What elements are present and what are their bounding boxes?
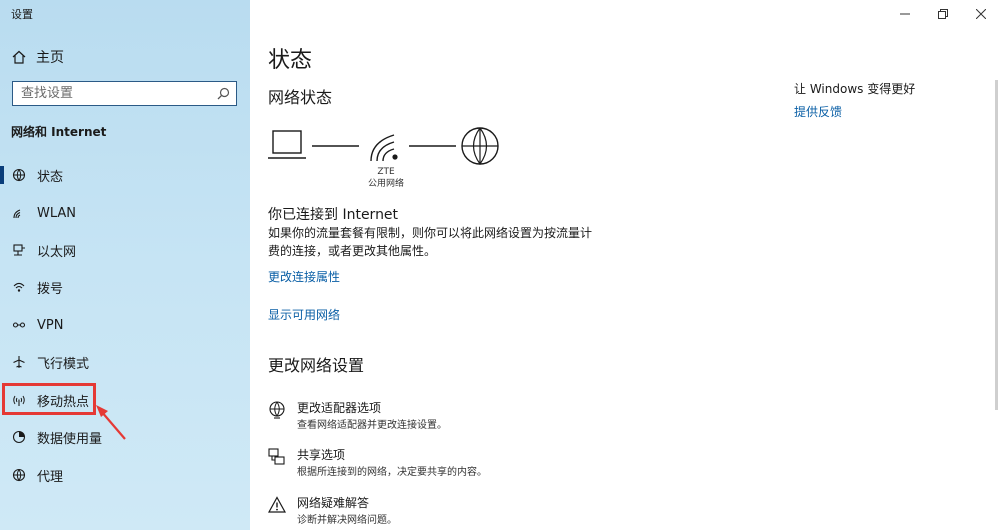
change-settings-title: 更改网络设置 (268, 356, 365, 375)
vpn-icon (11, 317, 27, 333)
home-icon (12, 50, 26, 64)
sharing-icon (268, 448, 285, 465)
sidebar-item-label: 拨号 (37, 281, 64, 297)
minimize-button[interactable] (886, 0, 924, 28)
option-title: 共享选项 (297, 448, 346, 462)
sidebar-item-airplane[interactable]: 飞行模式 (0, 344, 250, 380)
connected-status: 你已连接到 Internet (268, 207, 399, 223)
globe-icon (11, 467, 27, 483)
close-icon (976, 9, 986, 19)
sidebar-item-vpn[interactable]: VPN (0, 307, 250, 343)
sidebar-item-label: 状态 (37, 169, 64, 185)
main-content: 状态 网络状态 ZTE 公用网络 你已连接到 Internet 如果你的流量套餐… (250, 0, 1000, 530)
sidebar-item-status[interactable]: 状态 (0, 157, 250, 193)
sidebar-item-ethernet[interactable]: 以太网 (0, 232, 250, 268)
sidebar-item-label: WLAN (37, 205, 77, 221)
feedback-link[interactable]: 提供反馈 (794, 103, 915, 120)
dialup-icon (11, 279, 27, 295)
sidebar-item-label: 飞行模式 (37, 356, 90, 372)
search-box[interactable] (12, 81, 237, 106)
option-subtitle: 根据所连接到的网络，决定要共享的内容。 (297, 467, 487, 478)
option-adapter[interactable]: 更改适配器选项 查看网络适配器并更改连接设置。 (268, 399, 588, 433)
wifi-signal-icon (370, 134, 398, 162)
option-title: 更改适配器选项 (297, 401, 382, 415)
adapter-globe-icon (269, 401, 285, 419)
feedback-panel: 让 Windows 变得更好 提供反馈 (794, 80, 915, 120)
search-input[interactable] (13, 82, 209, 105)
annotation-highlight-box (2, 383, 96, 415)
globe-status-icon (11, 167, 27, 183)
option-troubleshoot[interactable]: 网络疑难解答 诊断并解决网络问题。 (268, 494, 588, 528)
data-usage-icon (11, 429, 27, 445)
ethernet-icon (11, 242, 27, 258)
sidebar-item-label: 代理 (37, 469, 64, 485)
sidebar-item-dialup[interactable]: 拨号 (0, 269, 250, 305)
restore-icon (938, 9, 948, 19)
minimize-icon (900, 13, 910, 15)
home-label: 主页 (36, 50, 64, 66)
sidebar-item-wlan[interactable]: WLAN (0, 195, 250, 231)
window-controls (886, 0, 1000, 28)
sidebar: 设置 主页 网络和 Internet 状态 WLAN 以太网 (0, 0, 250, 530)
sidebar-item-label: 以太网 (37, 244, 77, 260)
scrollbar[interactable] (995, 80, 998, 410)
home-button[interactable]: 主页 (12, 47, 64, 67)
annotation-arrow (96, 405, 126, 440)
laptop-icon (268, 130, 306, 159)
restore-button[interactable] (924, 0, 962, 28)
option-sharing[interactable]: 共享选项 根据所连接到的网络，决定要共享的内容。 (268, 446, 588, 480)
network-name: ZTE (377, 167, 395, 177)
show-available-networks-link[interactable]: 显示可用网络 (268, 306, 340, 323)
search-icon[interactable] (217, 87, 230, 100)
change-connection-properties-link[interactable]: 更改连接属性 (268, 268, 340, 285)
sidebar-item-label: VPN (37, 317, 64, 333)
option-subtitle: 诊断并解决网络问题。 (297, 515, 397, 526)
network-label: ZTE 公用网络 (358, 166, 414, 190)
option-subtitle: 查看网络适配器并更改连接设置。 (297, 420, 447, 431)
warning-icon (268, 496, 286, 513)
option-title: 网络疑难解答 (297, 496, 370, 510)
feedback-heading: 让 Windows 变得更好 (794, 82, 916, 96)
page-title: 状态 (268, 48, 313, 73)
airplane-icon (11, 354, 27, 370)
app-title: 设置 (11, 8, 33, 21)
network-type: 公用网络 (367, 179, 404, 189)
sidebar-item-proxy[interactable]: 代理 (0, 457, 250, 493)
close-button[interactable] (962, 0, 1000, 28)
internet-globe-icon (461, 127, 499, 166)
section-title: 网络和 Internet (11, 125, 107, 139)
wifi-icon (11, 205, 27, 221)
status-description: 如果你的流量套餐有限制，则你可以将此网络设置为按流量计费的连接，或者更改其他属性… (268, 226, 593, 258)
sidebar-item-label: 数据使用量 (37, 431, 103, 447)
network-status-title: 网络状态 (268, 88, 333, 107)
